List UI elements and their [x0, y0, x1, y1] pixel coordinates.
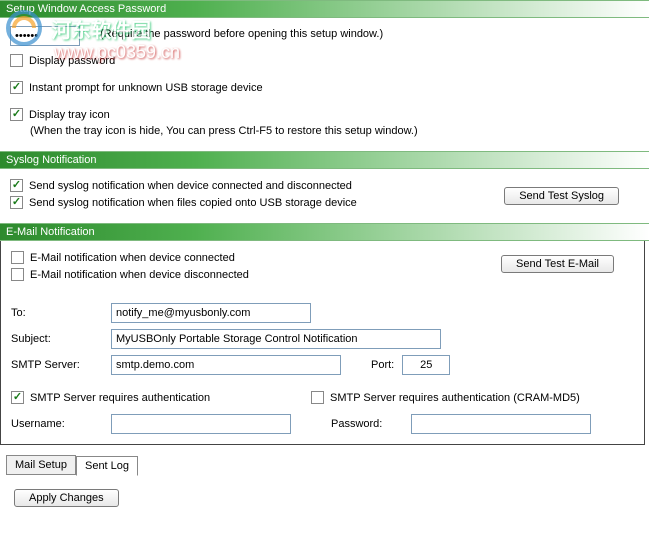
instant-prompt-label[interactable]: Instant prompt for unknown USB storage d…	[29, 82, 263, 94]
smtp-auth-cram-label[interactable]: SMTP Server requires authentication (CRA…	[330, 392, 580, 404]
syslog-copy-checkbox[interactable]	[10, 196, 23, 209]
section-email-header: E-Mail Notification	[0, 223, 649, 241]
syslog-connect-checkbox[interactable]	[10, 179, 23, 192]
email-disconnect-label[interactable]: E-Mail notification when device disconne…	[30, 269, 249, 281]
email-connect-checkbox[interactable]	[11, 251, 24, 264]
syslog-connect-label[interactable]: Send syslog notification when device con…	[29, 180, 352, 192]
password-field-input[interactable]	[411, 414, 591, 434]
tab-sent-log[interactable]: Sent Log	[76, 456, 138, 476]
username-input[interactable]	[111, 414, 291, 434]
email-connect-label[interactable]: E-Mail notification when device connecte…	[30, 252, 235, 264]
subject-label: Subject:	[11, 333, 111, 345]
send-test-syslog-button[interactable]: Send Test Syslog	[504, 187, 619, 205]
instant-prompt-checkbox[interactable]	[10, 81, 23, 94]
subject-input[interactable]	[111, 329, 441, 349]
section-syslog-header: Syslog Notification	[0, 151, 649, 169]
password-input[interactable]	[10, 26, 80, 46]
display-tray-label[interactable]: Display tray icon	[29, 109, 110, 121]
username-label: Username:	[11, 418, 111, 430]
mail-tabs: Mail Setup Sent Log	[6, 455, 649, 475]
display-tray-checkbox[interactable]	[10, 108, 23, 121]
password-hint: (Require the password before opening thi…	[100, 28, 383, 40]
smtp-auth-cram-checkbox[interactable]	[311, 391, 324, 404]
smtp-auth-checkbox[interactable]	[11, 391, 24, 404]
to-label: To:	[11, 307, 111, 319]
section-setup-password-header: Setup Window Access Password	[0, 0, 649, 18]
password-field-label: Password:	[331, 418, 411, 430]
to-input[interactable]	[111, 303, 311, 323]
smtp-label: SMTP Server:	[11, 359, 111, 371]
smtp-input[interactable]	[111, 355, 341, 375]
email-disconnect-checkbox[interactable]	[11, 268, 24, 281]
syslog-copy-label[interactable]: Send syslog notification when files copi…	[29, 197, 357, 209]
tray-hint: (When the tray icon is hide, You can pre…	[30, 125, 418, 137]
port-input[interactable]	[402, 355, 450, 375]
apply-changes-button[interactable]: Apply Changes	[14, 489, 119, 507]
tab-mail-setup[interactable]: Mail Setup	[6, 455, 76, 475]
send-test-email-button[interactable]: Send Test E-Mail	[501, 255, 614, 273]
port-label: Port:	[371, 359, 394, 371]
smtp-auth-label[interactable]: SMTP Server requires authentication	[30, 392, 210, 404]
display-password-label[interactable]: Display password	[29, 55, 115, 67]
display-password-checkbox[interactable]	[10, 54, 23, 67]
